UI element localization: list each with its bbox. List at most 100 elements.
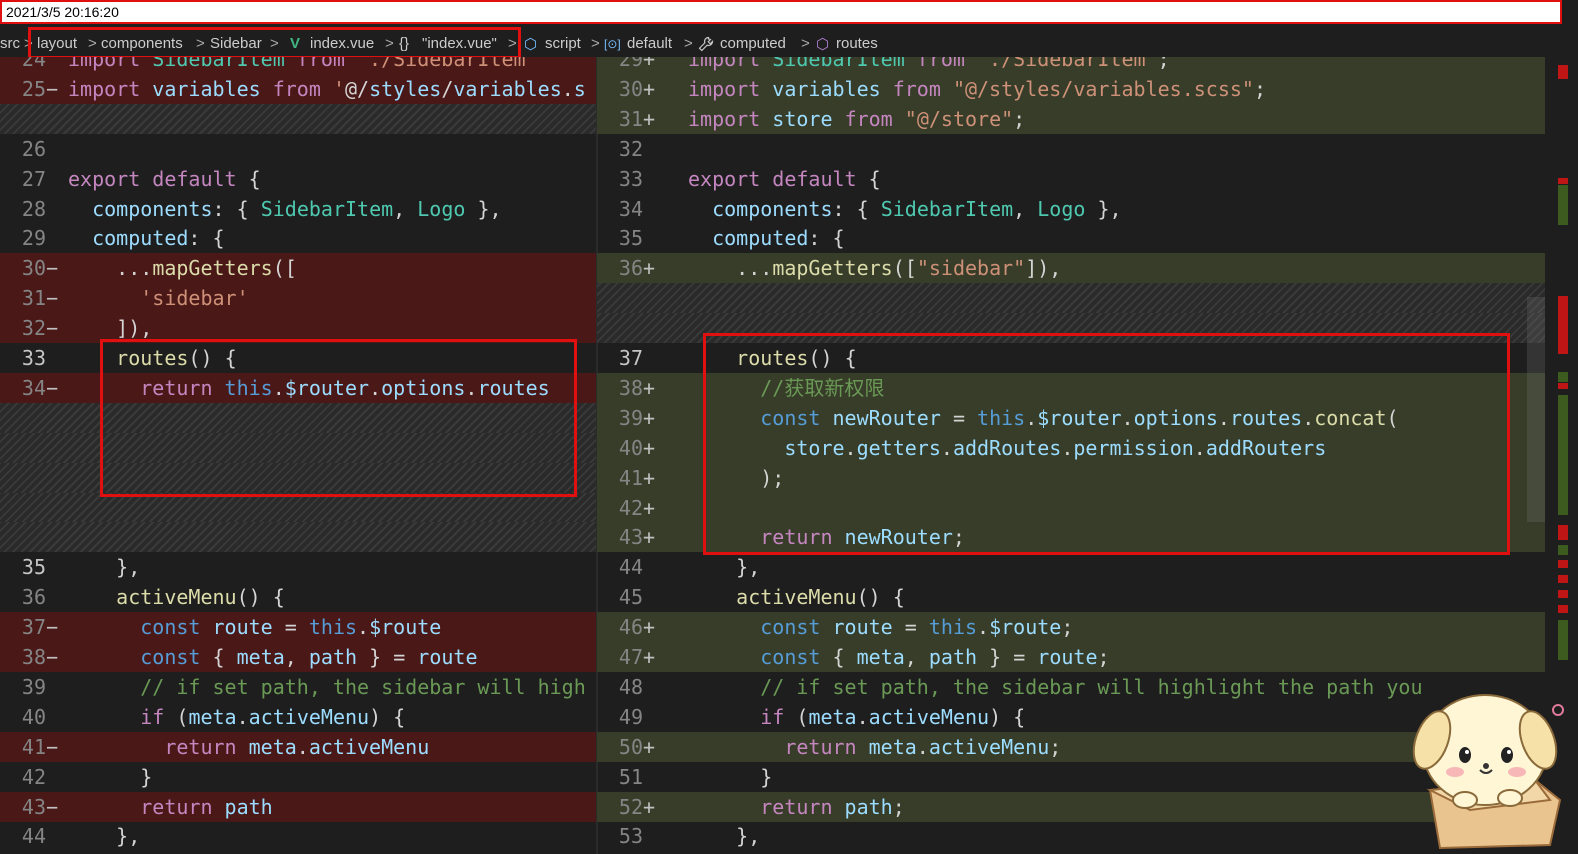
- diff-marker: −: [46, 76, 59, 101]
- timestamp-bar: 2021/3/5 20:16:20: [0, 0, 1562, 24]
- diff-marker: +: [643, 106, 656, 131]
- code-text: );: [760, 465, 785, 490]
- code-line[interactable]: 53 },: [597, 821, 1545, 851]
- code-text: //获取新权限: [760, 375, 885, 400]
- code-line[interactable]: 35 computed: {: [597, 223, 1545, 253]
- code-text: computed: {: [92, 226, 225, 251]
- breadcrumb-item-module[interactable]: "index.vue": [422, 35, 497, 52]
- code-text: routes() {: [736, 346, 857, 370]
- code-line[interactable]: 41 + );: [597, 462, 1545, 493]
- diff-marker: −: [46, 645, 59, 669]
- code-line[interactable]: 24 import SidebarItem from './SidebarItem…: [0, 57, 597, 74]
- scrollbar-thumb[interactable]: [1527, 297, 1545, 522]
- code-line[interactable]: 34− return this.$router.options.routes: [0, 372, 597, 403]
- diff-marker: +: [643, 435, 656, 460]
- diff-filler-row: [0, 492, 597, 523]
- line-number: 42: [618, 495, 643, 520]
- vue-file-icon: V: [290, 35, 301, 52]
- code-line[interactable]: 40 + store.getters.addRoutes.permission.a…: [597, 432, 1545, 463]
- code-line[interactable]: 33 export default {: [597, 164, 1545, 194]
- line-number: 33: [618, 166, 643, 191]
- code-line[interactable]: 43 + return newRouter;: [597, 522, 1545, 553]
- ruler-marker: [1558, 575, 1568, 583]
- breadcrumb-item-default[interactable]: default: [627, 35, 672, 52]
- line-number: 39: [21, 674, 46, 699]
- line-number: 41: [21, 734, 46, 759]
- code-line[interactable]: 37 routes() {: [597, 343, 1545, 373]
- diff-marker: −: [46, 286, 59, 311]
- code-line[interactable]: 51 }: [597, 762, 1545, 792]
- line-number: 29: [21, 226, 46, 251]
- code-line[interactable]: 52 + return path;: [597, 791, 1545, 822]
- ruler-marker: [1558, 185, 1568, 225]
- ruler-marker: [1558, 545, 1568, 555]
- line-number: 34: [21, 375, 46, 400]
- code-line[interactable]: 36 activeMenu() {: [0, 582, 597, 612]
- line-number: 25: [21, 76, 46, 101]
- line-number: 37: [21, 615, 46, 640]
- code-line[interactable]: 38− const { meta, path } = route: [0, 642, 597, 672]
- breadcrumb: src > layout > components > Sidebar > V …: [0, 31, 1578, 57]
- ruler-marker: [1558, 525, 1568, 540]
- ruler-marker: [1558, 65, 1568, 79]
- line-number: 50: [618, 734, 643, 759]
- code-line[interactable]: 32: [597, 134, 1545, 164]
- line-number: 36: [618, 256, 643, 281]
- breadcrumb-item-src[interactable]: src: [0, 35, 20, 52]
- code-line[interactable]: 33 routes() {: [0, 343, 597, 373]
- line-number: 38: [21, 645, 46, 669]
- line-number: 44: [21, 824, 46, 849]
- code-line[interactable]: 25− import variables from '@/styles/varia…: [0, 73, 597, 104]
- code-line[interactable]: 39 + const newRouter = this.$router.optio…: [597, 402, 1545, 433]
- code-line[interactable]: 44 },: [597, 552, 1545, 582]
- code-line[interactable]: 43− return path: [0, 791, 597, 822]
- code-line[interactable]: 40 if (meta.activeMenu) {: [0, 702, 597, 732]
- code-line[interactable]: 27 export default {: [0, 164, 597, 194]
- code-line[interactable]: 41− return meta.activeMenu: [0, 731, 597, 762]
- breadcrumb-item-layout[interactable]: layout: [37, 35, 77, 52]
- breadcrumb-separator: >: [801, 35, 810, 52]
- code-line[interactable]: 31− 'sidebar': [0, 283, 597, 314]
- code-line[interactable]: 31 + import store from "@/store";: [597, 103, 1545, 134]
- code-line[interactable]: 42 +: [597, 492, 1545, 523]
- code-line[interactable]: 30− ...mapGetters([: [0, 253, 597, 284]
- breadcrumb-item-components[interactable]: components: [101, 35, 183, 52]
- code-line[interactable]: 29 + import SidebarItem from "./SidebarIte…: [597, 57, 1545, 74]
- code-line[interactable]: 39 // if set path, the sidebar will high: [0, 672, 597, 702]
- code-line[interactable]: 50 + return meta.activeMenu;: [597, 731, 1545, 762]
- breadcrumb-item-computed[interactable]: computed: [720, 35, 786, 52]
- original-editor-pane[interactable]: 24 import SidebarItem from './SidebarItem…: [0, 57, 597, 854]
- line-number: 40: [618, 435, 643, 460]
- code-text: export default {: [68, 166, 261, 191]
- code-line[interactable]: 26: [0, 134, 597, 164]
- ruler-marker: [1558, 395, 1568, 515]
- code-line[interactable]: 36 + ...mapGetters(["sidebar"]),: [597, 253, 1545, 284]
- code-line[interactable]: 37− const route = this.$route: [0, 612, 597, 643]
- code-line[interactable]: 38 + //获取新权限: [597, 372, 1545, 403]
- code-line[interactable]: 30 + import variables from "@/styles/varia…: [597, 73, 1545, 104]
- breadcrumb-item-script[interactable]: script: [545, 35, 581, 52]
- code-line[interactable]: 42 }: [0, 762, 597, 792]
- code-line[interactable]: 28 components: { SidebarItem, Logo },: [0, 194, 597, 224]
- diff-marker: +: [643, 645, 656, 669]
- code-line[interactable]: 34 components: { SidebarItem, Logo },: [597, 194, 1545, 224]
- breadcrumb-separator: >: [270, 35, 279, 52]
- code-line[interactable]: 35 },: [0, 552, 597, 582]
- code-line[interactable]: 48 // if set path, the sidebar will high…: [597, 672, 1545, 702]
- modified-editor-pane[interactable]: 29 + import SidebarItem from "./SidebarIte…: [597, 57, 1545, 854]
- code-line[interactable]: 29 computed: {: [0, 223, 597, 253]
- code-line[interactable]: 46 + const route = this.$route;: [597, 612, 1545, 643]
- code-line[interactable]: 47 + const { meta, path } = route;: [597, 642, 1545, 672]
- breadcrumb-item-file[interactable]: index.vue: [310, 35, 374, 52]
- line-number: 27: [21, 166, 46, 191]
- code-line[interactable]: 32− ]),: [0, 313, 597, 344]
- line-number: 35: [21, 555, 46, 580]
- code-line[interactable]: 44 },: [0, 821, 597, 851]
- code-line[interactable]: 45 activeMenu() {: [597, 582, 1545, 612]
- breadcrumb-item-routes[interactable]: routes: [836, 35, 878, 52]
- ruler-marker: [1558, 590, 1568, 598]
- breadcrumb-item-sidebar[interactable]: Sidebar: [210, 35, 262, 52]
- code-line[interactable]: 49 if (meta.activeMenu) {: [597, 702, 1545, 732]
- line-number: 35: [618, 226, 643, 251]
- ruler-marker: [1558, 178, 1568, 184]
